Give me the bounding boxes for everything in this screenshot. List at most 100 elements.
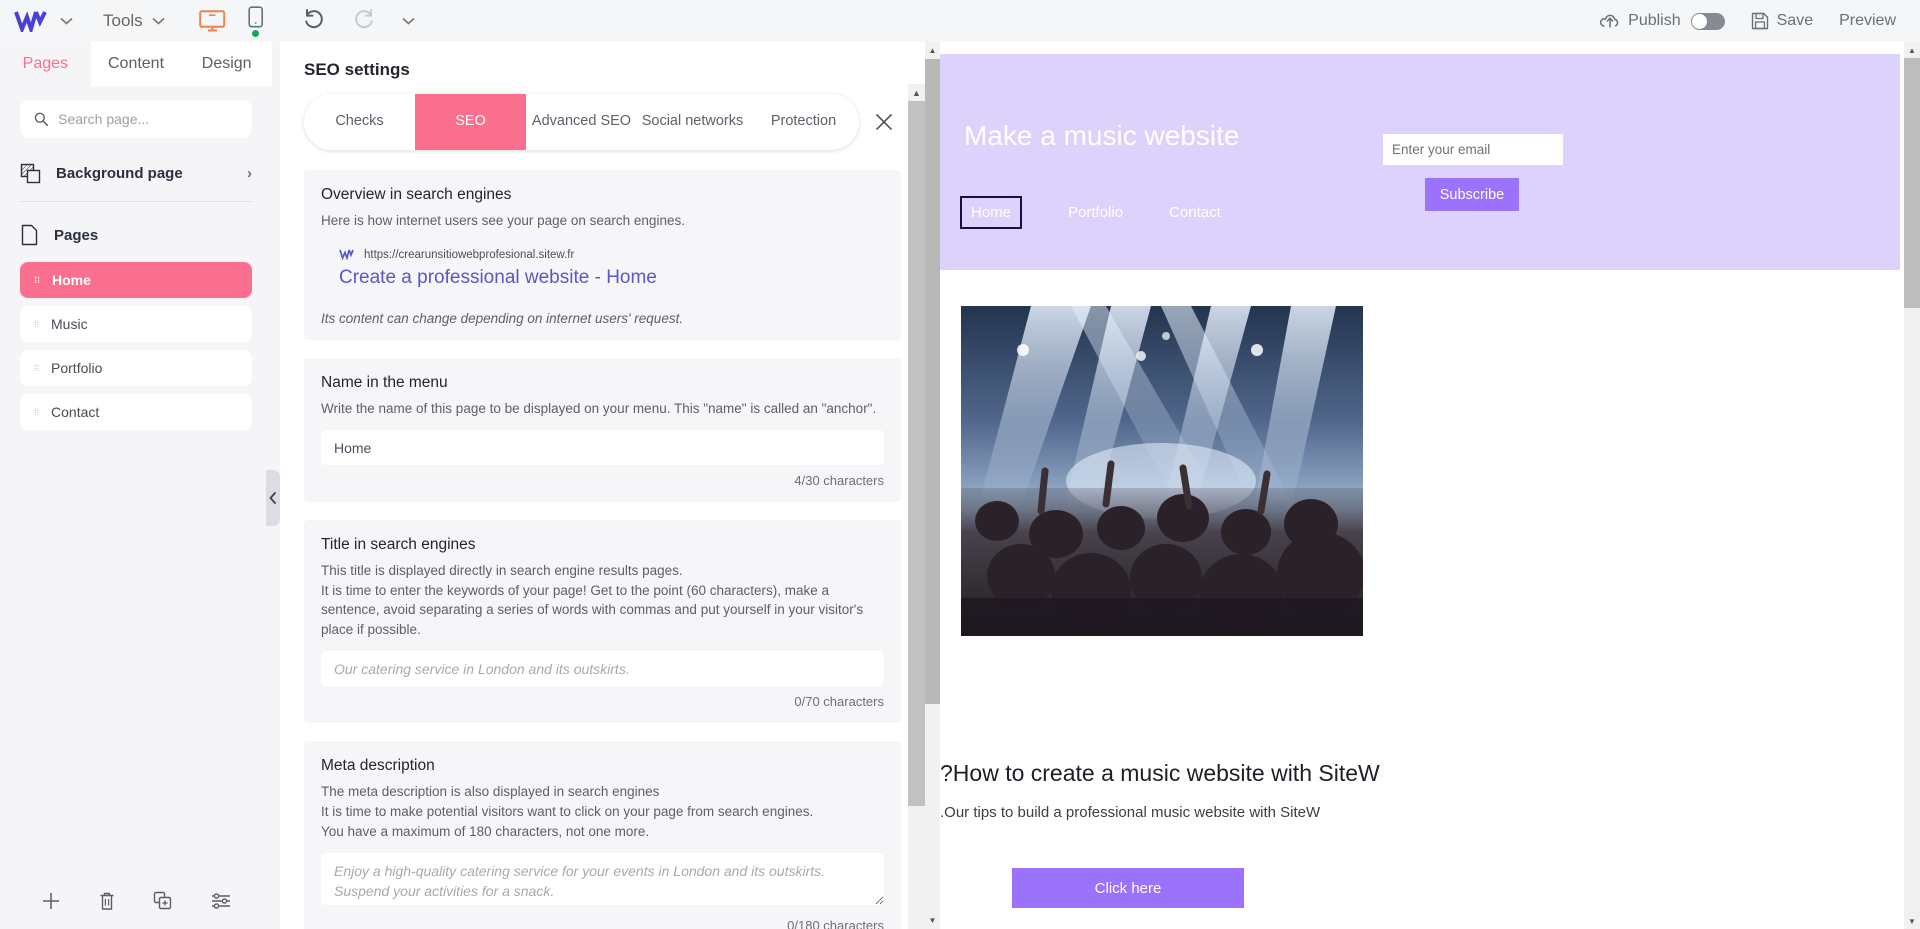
tab-advanced-seo-label: Advanced SEO bbox=[531, 113, 632, 130]
save-button[interactable]: Save bbox=[1751, 12, 1813, 30]
logo-chevron-down-icon[interactable] bbox=[60, 17, 73, 25]
menu-name-counter: 4/30 characters bbox=[794, 473, 884, 489]
sidebar-item-contact[interactable]: ⁞⁞ Contact bbox=[20, 394, 252, 430]
drag-handle-icon[interactable]: ⁞⁞ bbox=[34, 363, 39, 372]
page-label-portfolio: Portfolio bbox=[51, 360, 103, 376]
scrollbar-thumb[interactable] bbox=[925, 59, 940, 704]
seo-tabs: Checks SEO Advanced SEO Social networks … bbox=[304, 94, 859, 150]
title-search-description: This title is displayed directly in sear… bbox=[321, 563, 864, 637]
undo-button[interactable] bbox=[302, 8, 326, 35]
search-section bbox=[0, 86, 272, 138]
page-icon bbox=[21, 224, 38, 246]
overview-heading: Overview in search engines bbox=[321, 186, 512, 203]
tab-checks[interactable]: Checks bbox=[304, 94, 415, 150]
search-icon bbox=[34, 112, 48, 126]
tab-design-label: Design bbox=[201, 55, 252, 72]
chevron-left-icon bbox=[269, 492, 276, 504]
sidebar-item-portfolio[interactable]: ⁞⁞ Portfolio bbox=[20, 350, 252, 386]
nav-link-home[interactable]: Home bbox=[960, 196, 1023, 229]
sidebar-collapse-handle[interactable] bbox=[266, 470, 280, 526]
delete-page-button[interactable] bbox=[98, 891, 116, 916]
site-nav: Home Portfolio Contact bbox=[960, 196, 1221, 229]
chevron-right-icon[interactable]: › bbox=[247, 165, 252, 182]
publish-control[interactable]: Publish bbox=[1600, 12, 1725, 30]
sitew-editor-app: Tools Publish Save Preview Pages Content… bbox=[0, 0, 1920, 929]
desktop-icon bbox=[198, 10, 225, 32]
tab-checks-label: Checks bbox=[335, 113, 384, 130]
publish-cloud-icon bbox=[1600, 14, 1619, 27]
mobile-status-dot bbox=[252, 29, 260, 37]
mobile-view-button[interactable] bbox=[248, 5, 264, 37]
title-search-heading: Title in search engines bbox=[321, 536, 476, 554]
click-here-button[interactable]: Click here bbox=[1012, 868, 1244, 908]
sliders-icon bbox=[211, 892, 230, 909]
menu-name-heading: Name in the menu bbox=[321, 373, 448, 391]
sidebar-tabs: Pages Content Design bbox=[0, 42, 273, 86]
tab-seo[interactable]: SEO bbox=[415, 94, 526, 150]
scroll-down-arrow-icon[interactable]: ▼ bbox=[1904, 913, 1920, 929]
section-subtitle: Our tips to build a professional music w… bbox=[940, 804, 1321, 821]
tools-chevron-down-icon bbox=[152, 17, 165, 25]
publish-toggle[interactable] bbox=[1690, 12, 1725, 30]
drag-handle-icon[interactable]: ⁞⁞ bbox=[34, 407, 39, 416]
scroll-down-arrow-icon[interactable]: ▼ bbox=[925, 912, 940, 929]
search-box[interactable] bbox=[20, 100, 252, 138]
tab-protection[interactable]: Protection bbox=[748, 94, 859, 150]
sidebar-item-home[interactable]: ⁞⁞ Home bbox=[20, 262, 252, 298]
tools-menu[interactable]: Tools bbox=[103, 11, 165, 31]
scrollbar-thumb[interactable] bbox=[908, 101, 925, 806]
top-toolbar: Tools Publish Save Preview bbox=[0, 0, 1920, 42]
nav-link-portfolio[interactable]: Portfolio bbox=[1068, 204, 1123, 221]
sidebar-bottom-toolbar bbox=[0, 877, 272, 929]
tab-social-networks-label: Social networks bbox=[641, 113, 744, 130]
save-disk-icon bbox=[1751, 12, 1768, 30]
tools-label: Tools bbox=[103, 11, 143, 30]
tab-pages[interactable]: Pages bbox=[0, 42, 91, 86]
drag-handle-icon[interactable]: ⁞⁞ bbox=[34, 275, 40, 284]
redo-button[interactable] bbox=[352, 8, 376, 35]
seo-panel-scrollbar[interactable]: ▲ ▼ bbox=[908, 84, 925, 929]
scroll-up-arrow-icon[interactable]: ▲ bbox=[1904, 42, 1920, 58]
meta-description-textarea[interactable] bbox=[321, 853, 884, 906]
subscribe-button[interactable]: Subscribe bbox=[1425, 178, 1519, 211]
history-chevron-down-icon[interactable] bbox=[402, 12, 415, 30]
duplicate-page-button[interactable] bbox=[153, 891, 173, 916]
preview-button[interactable]: Preview bbox=[1839, 12, 1896, 30]
window-scrollbar[interactable]: ▲ ▼ bbox=[1904, 42, 1920, 929]
tab-advanced-seo[interactable]: Advanced SEO bbox=[526, 94, 637, 150]
sidebar-item-background-page[interactable]: Background page › bbox=[20, 160, 252, 202]
add-page-button[interactable] bbox=[41, 891, 61, 916]
scrollbar-thumb[interactable] bbox=[1904, 58, 1920, 308]
search-input[interactable] bbox=[58, 111, 238, 127]
page-settings-button[interactable] bbox=[210, 891, 232, 916]
background-page-label: Background page bbox=[56, 165, 183, 182]
device-switcher bbox=[198, 5, 264, 37]
sidebar-item-music[interactable]: ⁞⁞ Music bbox=[20, 306, 252, 342]
seo-panel-header: SEO settings Checks SEO Advanced SEO Soc… bbox=[280, 42, 925, 150]
nav-link-contact[interactable]: Contact bbox=[1169, 204, 1221, 221]
scroll-up-arrow-icon[interactable]: ▲ bbox=[925, 42, 940, 59]
tab-design[interactable]: Design bbox=[181, 42, 273, 86]
sidebar-section-pages: Pages bbox=[20, 220, 252, 250]
email-field[interactable] bbox=[1383, 134, 1563, 165]
sitew-logo[interactable] bbox=[14, 10, 48, 32]
serp-title[interactable]: Create a professional website - Home bbox=[339, 267, 884, 289]
seo-settings-panel: SEO settings Checks SEO Advanced SEO Soc… bbox=[280, 42, 925, 929]
website-preview: Make a music website Home Portfolio Cont… bbox=[925, 42, 1920, 929]
preview-scrollbar[interactable]: ▲ ▼ bbox=[925, 42, 940, 929]
tab-seo-label: SEO bbox=[455, 113, 486, 130]
tab-social-networks[interactable]: Social networks bbox=[637, 94, 748, 150]
menu-name-input[interactable] bbox=[321, 430, 884, 466]
page-label-music: Music bbox=[51, 316, 88, 332]
scroll-up-arrow-icon[interactable]: ▲ bbox=[908, 84, 925, 101]
redo-icon bbox=[354, 8, 373, 28]
drag-handle-icon[interactable]: ⁞⁞ bbox=[34, 319, 39, 328]
tab-pages-label: Pages bbox=[22, 55, 69, 72]
title-search-input[interactable] bbox=[321, 651, 884, 687]
desktop-view-button[interactable] bbox=[198, 10, 226, 32]
tab-content[interactable]: Content bbox=[90, 42, 182, 86]
concert-crowd-photo bbox=[961, 306, 1363, 636]
publish-label: Publish bbox=[1628, 12, 1681, 29]
close-panel-button[interactable] bbox=[867, 112, 901, 132]
pages-list: ⁞⁞ Home ⁞⁞ Music ⁞⁞ Portfolio ⁞⁞ Contact bbox=[20, 262, 252, 430]
